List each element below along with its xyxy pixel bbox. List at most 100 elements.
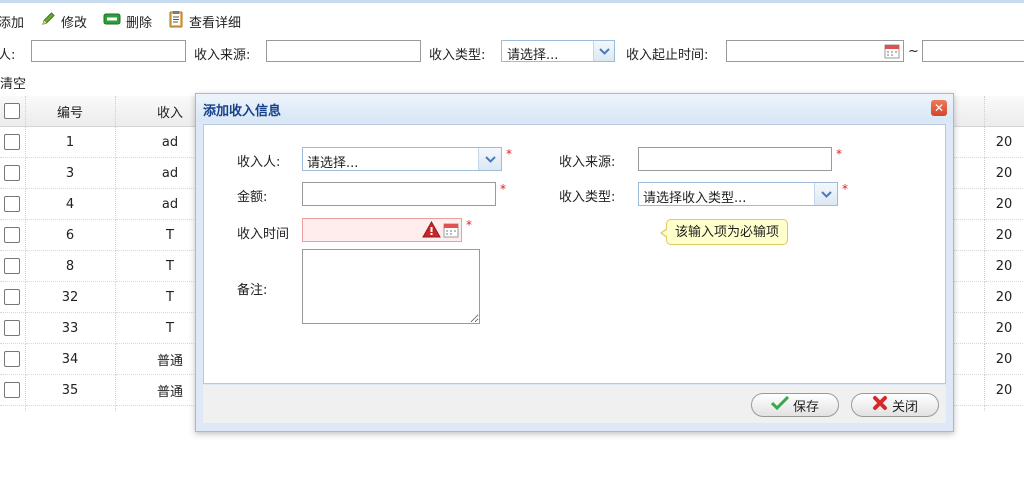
pencil-icon — [40, 11, 56, 31]
delete-label: 删除 — [126, 15, 153, 31]
date-cell: 20 — [984, 343, 1024, 375]
receiver-select[interactable]: 请选择... — [302, 147, 502, 171]
row-checkbox[interactable] — [4, 196, 21, 212]
column-header-date[interactable] — [984, 96, 1024, 127]
type-field-label: 收入类型: — [559, 190, 616, 205]
id-cell: 33 — [25, 312, 116, 344]
minus-icon — [103, 12, 121, 30]
source-field-label: 收入来源: — [559, 155, 616, 170]
row-checkbox-cell[interactable] — [0, 281, 26, 313]
period-label: 收入起止时间: — [626, 48, 709, 63]
save-button[interactable]: 保存 — [751, 393, 839, 417]
type-select-value: 请选择... — [507, 48, 559, 63]
chevron-down-icon[interactable] — [814, 183, 837, 205]
row-checkbox-cell[interactable] — [0, 157, 26, 189]
column-header-id[interactable]: 编号 — [25, 96, 116, 127]
required-mark: * — [466, 218, 472, 232]
row-checkbox[interactable] — [4, 382, 21, 398]
type-label: 收入类型: — [429, 48, 486, 63]
dialog-form: 收入人: 请选择... * 收入来源: * 金额: * 收入类型: 请选择收入类… — [203, 124, 946, 384]
id-cell: 1 — [25, 126, 116, 158]
row-checkbox-cell[interactable] — [0, 126, 26, 158]
receiver-select-value: 请选择... — [307, 156, 359, 171]
id-cell: 32 — [25, 281, 116, 313]
chevron-down-icon[interactable] — [478, 148, 501, 170]
add-button[interactable]: 添加 — [0, 12, 24, 31]
end-date-input[interactable] — [922, 40, 1024, 62]
id-cell: 8 — [25, 250, 116, 282]
id-cell: 6 — [25, 219, 116, 251]
warning-icon — [422, 220, 441, 242]
row-checkbox[interactable] — [4, 351, 21, 367]
dialog-header[interactable]: 添加收入信息 ✕ — [196, 94, 953, 122]
row-checkbox-cell[interactable] — [0, 374, 26, 406]
row-checkbox[interactable] — [4, 134, 21, 150]
date-cell: 20 — [984, 405, 1024, 412]
receiver-label: 人: — [0, 48, 16, 63]
date-cell: 20 — [984, 157, 1024, 189]
income-type-value: 请选择收入类型... — [643, 191, 747, 206]
close-x-icon — [872, 395, 888, 415]
row-checkbox-cell[interactable] — [0, 219, 26, 251]
type-search-select[interactable]: 请选择... — [501, 40, 615, 63]
dialog-footer: 保存 关闭 — [203, 385, 946, 423]
add-income-dialog: 添加收入信息 ✕ 收入人: 请选择... * 收入来源: * 金额: * 收入类… — [195, 93, 954, 432]
source-input[interactable] — [638, 147, 832, 171]
required-mark: * — [500, 182, 506, 196]
save-label: 保存 — [792, 399, 819, 415]
row-checkbox[interactable] — [4, 227, 21, 243]
amount-input[interactable] — [302, 182, 496, 206]
start-date-input[interactable] — [726, 40, 904, 62]
close-icon[interactable]: ✕ — [931, 100, 947, 116]
id-cell: 3 — [25, 157, 116, 189]
row-checkbox-cell[interactable] — [0, 250, 26, 282]
select-all-checkbox[interactable] — [4, 103, 21, 119]
date-cell: 20 — [984, 374, 1024, 406]
date-cell: 20 — [984, 281, 1024, 313]
add-label: 添加 — [0, 15, 25, 31]
receiver-field-label: 收入人: — [237, 155, 281, 170]
row-checkbox-cell[interactable] — [0, 312, 26, 344]
required-mark: * — [506, 147, 512, 161]
source-label: 收入来源: — [194, 48, 251, 63]
row-checkbox[interactable] — [4, 258, 21, 274]
amount-field-label: 金额: — [237, 190, 268, 205]
date-cell: 20 — [984, 312, 1024, 344]
row-checkbox[interactable] — [4, 289, 21, 305]
id-cell: 4 — [25, 188, 116, 220]
row-checkbox-cell[interactable] — [0, 188, 26, 220]
receiver-search-input[interactable] — [31, 40, 186, 62]
required-mark: * — [842, 182, 848, 196]
calendar-icon[interactable] — [884, 43, 900, 59]
chevron-down-icon[interactable] — [593, 41, 614, 61]
select-all-header[interactable] — [0, 96, 26, 127]
income-type-select[interactable]: 请选择收入类型... — [638, 182, 838, 206]
view-detail-button[interactable]: 查看详细 — [168, 10, 241, 32]
source-search-input[interactable] — [266, 40, 421, 62]
top-border — [0, 0, 1024, 3]
calendar-icon[interactable] — [443, 222, 459, 242]
checkmark-icon — [770, 395, 790, 414]
id-cell: 35 — [25, 374, 116, 406]
row-checkbox-cell[interactable] — [0, 343, 26, 375]
search-bar: 人: 收入来源: 收入类型: 请选择... 收入起止时间: ~ — [0, 40, 1024, 64]
id-cell: 36 — [25, 405, 116, 412]
close-label: 关闭 — [891, 399, 918, 415]
edit-label: 修改 — [61, 15, 88, 31]
row-checkbox[interactable] — [4, 320, 21, 336]
row-checkbox-cell[interactable] — [0, 405, 26, 412]
edit-button[interactable]: 修改 — [40, 11, 87, 31]
date-cell: 20 — [984, 219, 1024, 251]
delete-button[interactable]: 删除 — [103, 12, 152, 31]
remark-textarea[interactable] — [302, 249, 480, 324]
date-cell: 20 — [984, 126, 1024, 158]
toolbar: 添加 修改 删除 查看详细 — [0, 9, 257, 33]
remark-field-label: 备注: — [237, 283, 268, 298]
validation-message: 该输入项为必输项 — [675, 225, 780, 240]
required-mark: * — [836, 147, 842, 161]
clear-button[interactable]: 清空 — [0, 73, 26, 92]
date-cell: 20 — [984, 250, 1024, 282]
row-checkbox[interactable] — [4, 165, 21, 181]
close-button[interactable]: 关闭 — [851, 393, 939, 417]
date-cell: 20 — [984, 188, 1024, 220]
